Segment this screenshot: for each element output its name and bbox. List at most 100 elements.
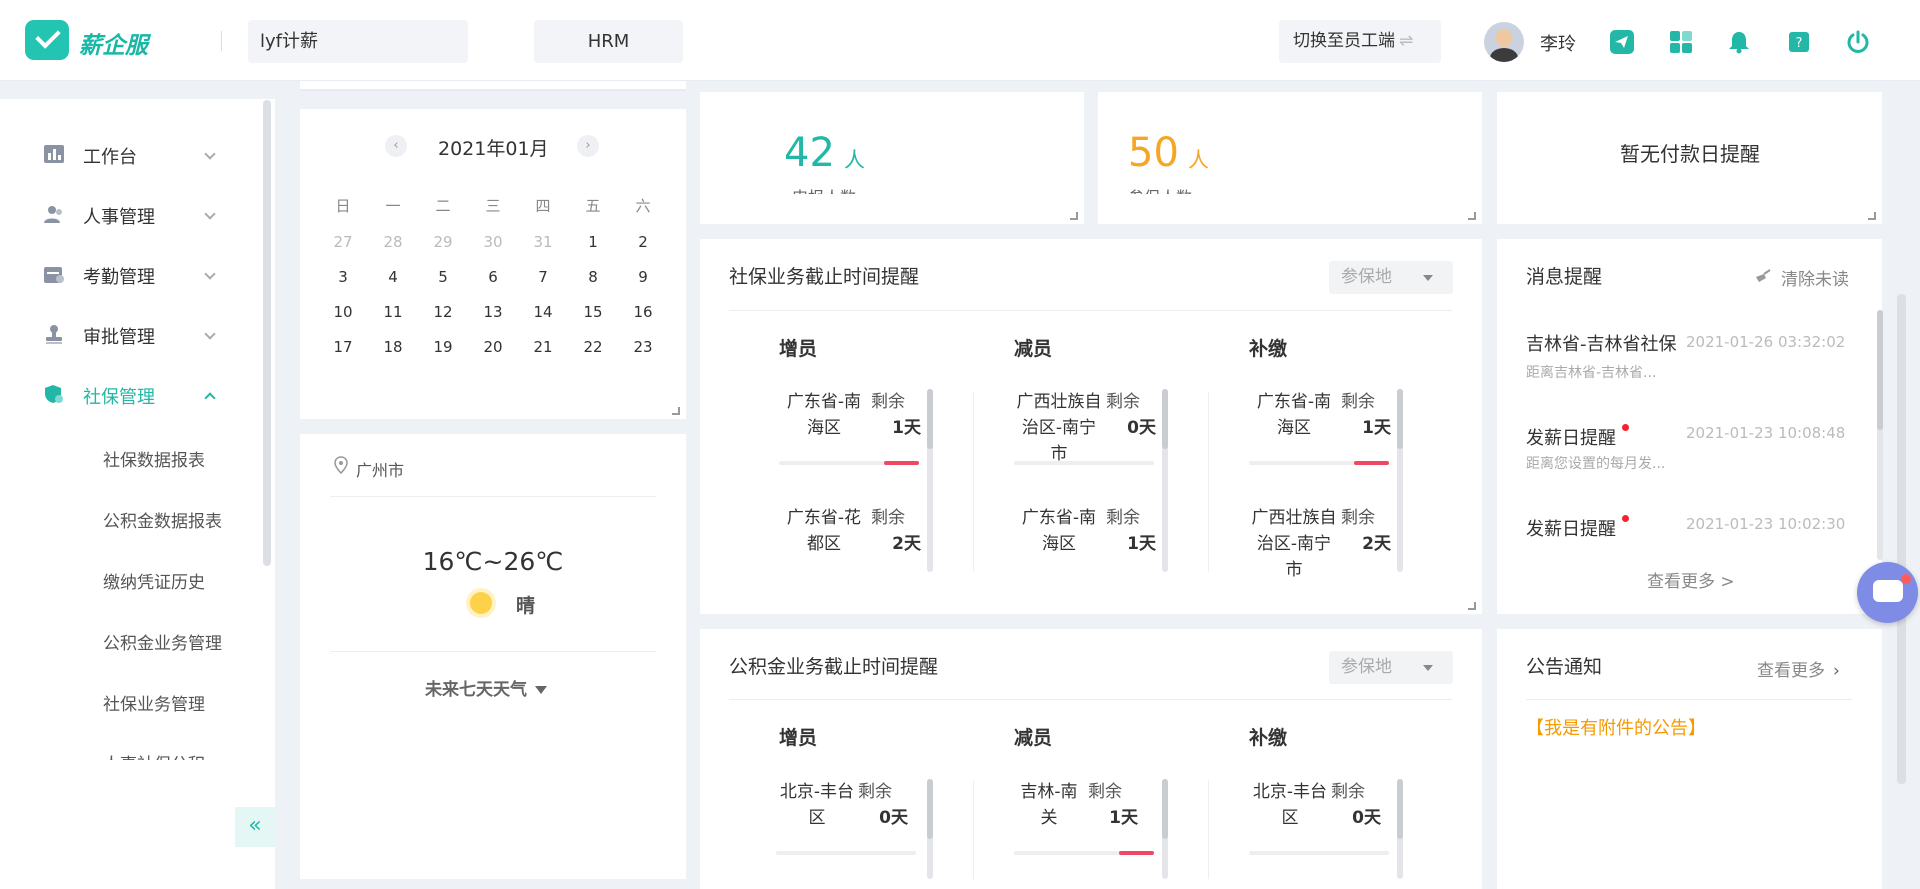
deadline-progress-bar bbox=[779, 461, 919, 465]
submenu-fund-business[interactable]: 公积金业务管理 bbox=[103, 629, 222, 654]
resize-handle[interactable] bbox=[1468, 602, 1476, 610]
calendar-day[interactable]: 17 bbox=[318, 338, 368, 356]
avatar[interactable] bbox=[1484, 22, 1524, 62]
calendar-day[interactable]: 29 bbox=[418, 233, 468, 251]
power-icon[interactable] bbox=[1845, 29, 1871, 55]
switch-to-employee-button[interactable]: 切换至员工端 ⇌ bbox=[1279, 20, 1441, 63]
column-scrollbar[interactable] bbox=[927, 389, 933, 572]
bell-icon[interactable] bbox=[1726, 29, 1752, 55]
resize-handle[interactable] bbox=[1468, 212, 1476, 220]
message-summary: 距离您设置的每月发... bbox=[1526, 456, 1666, 472]
send-icon[interactable] bbox=[1609, 29, 1635, 55]
chatbot-icon[interactable] bbox=[1857, 562, 1918, 623]
user-name[interactable]: 李玲 bbox=[1540, 30, 1576, 56]
top-card-edge bbox=[300, 81, 686, 91]
prev-month-button[interactable]: ‹ bbox=[385, 135, 407, 157]
calendar-day[interactable]: 15 bbox=[568, 303, 618, 321]
logo-text[interactable]: 薪企服 bbox=[79, 26, 148, 60]
message-item[interactable]: 发薪日提醒 bbox=[1526, 515, 1629, 541]
column-scrollbar[interactable] bbox=[1162, 779, 1168, 879]
remaining-days: 2天 bbox=[892, 534, 921, 554]
weather-city: 广州市 bbox=[356, 461, 405, 480]
module-button[interactable]: HRM bbox=[534, 20, 683, 63]
column-scrollbar[interactable] bbox=[927, 779, 933, 879]
resize-handle[interactable] bbox=[672, 407, 680, 415]
remaining-label: 剩余 bbox=[1106, 392, 1140, 412]
tenant-selector[interactable]: lyf计薪 bbox=[248, 20, 468, 63]
calendar-day[interactable]: 5 bbox=[418, 268, 468, 286]
messages-scrollbar[interactable] bbox=[1877, 310, 1883, 560]
insured-place-select[interactable]: 参保地 bbox=[1329, 261, 1453, 294]
sidebar-scrollbar[interactable] bbox=[263, 100, 271, 566]
help-icon[interactable]: ? bbox=[1786, 29, 1812, 55]
calendar-day[interactable]: 12 bbox=[418, 303, 468, 321]
scroll-thumb[interactable] bbox=[1162, 779, 1168, 839]
calendar-day[interactable]: 21 bbox=[518, 338, 568, 356]
submenu-fund-report[interactable]: 公积金数据报表 bbox=[103, 507, 222, 532]
fund-place-select[interactable]: 参保地 bbox=[1329, 651, 1453, 684]
calendar-day[interactable]: 22 bbox=[568, 338, 618, 356]
scroll-thumb[interactable] bbox=[1877, 310, 1883, 430]
chevron-up-icon bbox=[204, 392, 216, 404]
calendar-day[interactable]: 23 bbox=[618, 338, 668, 356]
scroll-thumb[interactable] bbox=[1397, 389, 1403, 449]
future-weather-toggle[interactable]: 未来七天天气 bbox=[425, 675, 547, 700]
submenu-social-business[interactable]: 社保业务管理 bbox=[103, 690, 205, 715]
calendar-day[interactable]: 4 bbox=[368, 268, 418, 286]
submenu-payment-history[interactable]: 缴纳凭证历史 bbox=[103, 568, 205, 593]
calendar-day[interactable]: 14 bbox=[518, 303, 568, 321]
resize-handle[interactable] bbox=[1070, 212, 1078, 220]
message-title: 发薪日提醒 bbox=[1526, 428, 1616, 449]
calendar-day[interactable]: 30 bbox=[468, 233, 518, 251]
calendar-day[interactable]: 6 bbox=[468, 268, 518, 286]
calendar-day[interactable]: 31 bbox=[518, 233, 568, 251]
column-scrollbar[interactable] bbox=[1162, 389, 1168, 572]
message-item[interactable]: 发薪日提醒 bbox=[1526, 424, 1629, 450]
clear-unread-button[interactable]: 清除未读 bbox=[1781, 265, 1849, 290]
scroll-thumb[interactable] bbox=[927, 389, 933, 449]
calendar-day[interactable]: 9 bbox=[618, 268, 668, 286]
caret-down-icon bbox=[535, 686, 547, 694]
resize-handle[interactable] bbox=[1868, 212, 1876, 220]
calendar-day[interactable]: 1 bbox=[568, 233, 618, 251]
deadline-progress-bar bbox=[1249, 851, 1389, 855]
notice-item[interactable]: 【我是有附件的公告】 bbox=[1526, 714, 1706, 740]
next-month-button[interactable]: › bbox=[577, 135, 599, 157]
menu-approval[interactable]: 审批管理 bbox=[0, 314, 260, 354]
calendar-day[interactable]: 2 bbox=[618, 233, 668, 251]
scroll-thumb[interactable] bbox=[1397, 779, 1403, 839]
submenu-social-report[interactable]: 社保数据报表 bbox=[103, 446, 205, 471]
calendar-day[interactable]: 3 bbox=[318, 268, 368, 286]
calendar-day[interactable]: 27 bbox=[318, 233, 368, 251]
scroll-thumb[interactable] bbox=[1162, 389, 1168, 449]
scroll-thumb[interactable] bbox=[927, 779, 933, 839]
people-icon bbox=[44, 206, 62, 223]
logo-icon[interactable] bbox=[25, 20, 69, 60]
calendar-day[interactable]: 28 bbox=[368, 233, 418, 251]
column-scrollbar[interactable] bbox=[1397, 389, 1403, 572]
region-name: 吉林-南关 bbox=[1020, 782, 1078, 828]
calendar-day[interactable]: 20 bbox=[468, 338, 518, 356]
calendar-day[interactable]: 7 bbox=[518, 268, 568, 286]
calendar-day[interactable]: 11 bbox=[368, 303, 418, 321]
calendar-day[interactable]: 8 bbox=[568, 268, 618, 286]
menu-attendance[interactable]: 考勤管理 bbox=[0, 254, 260, 294]
calendar-day[interactable]: 13 bbox=[468, 303, 518, 321]
menu-workbench[interactable]: 工作台 bbox=[0, 134, 260, 174]
apps-icon[interactable] bbox=[1668, 29, 1694, 55]
view-more-notices-link[interactable]: 查看更多 › bbox=[1757, 656, 1840, 681]
menu-social-security[interactable]: 社保管理 bbox=[0, 374, 260, 414]
message-item[interactable]: 吉林省-吉林省社保 bbox=[1526, 330, 1680, 358]
calendar-day[interactable]: 19 bbox=[418, 338, 468, 356]
page-scrollbar[interactable] bbox=[1897, 294, 1906, 784]
collapse-sidebar-button[interactable]: « bbox=[235, 807, 275, 847]
calendar-day[interactable]: 18 bbox=[368, 338, 418, 356]
calendar-day[interactable]: 10 bbox=[318, 303, 368, 321]
calendar-day[interactable]: 16 bbox=[618, 303, 668, 321]
view-more-messages-link[interactable]: 查看更多 > bbox=[1647, 567, 1735, 592]
column-scrollbar[interactable] bbox=[1397, 779, 1403, 879]
view-more-label: 查看更多 bbox=[1757, 661, 1825, 681]
submenu-personnel-social[interactable]: 人事社保公积 bbox=[103, 750, 205, 760]
menu-personnel[interactable]: 人事管理 bbox=[0, 194, 260, 234]
calendar-title: 2021年01月 bbox=[438, 138, 549, 160]
